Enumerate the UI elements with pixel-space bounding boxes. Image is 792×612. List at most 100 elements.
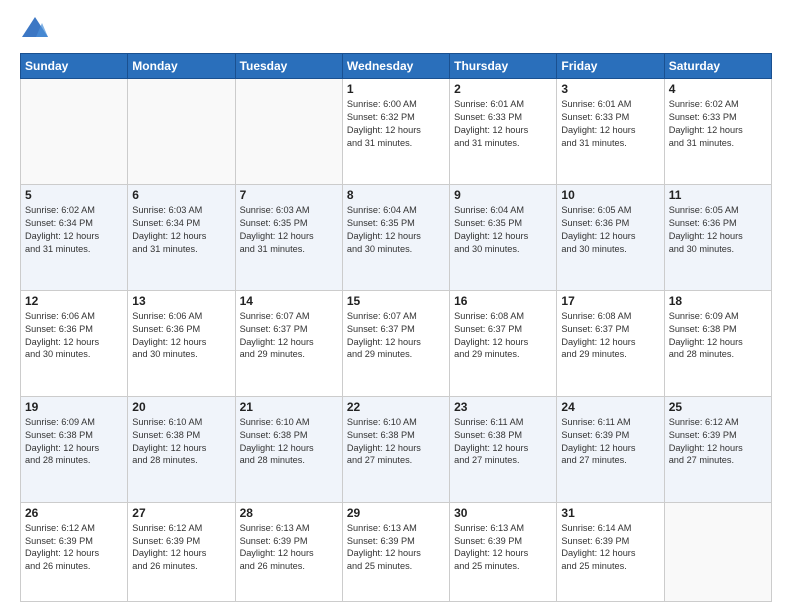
calendar-header-saturday: Saturday xyxy=(664,54,771,79)
calendar-cell: 19 Sunrise: 6:09 AMSunset: 6:38 PMDayligh… xyxy=(21,396,128,502)
day-number: 3 xyxy=(561,82,659,96)
day-info: Sunrise: 6:05 AMSunset: 6:36 PMDaylight:… xyxy=(561,204,659,256)
calendar-cell: 18 Sunrise: 6:09 AMSunset: 6:38 PMDayligh… xyxy=(664,290,771,396)
day-number: 23 xyxy=(454,400,552,414)
calendar-cell: 15Sunrise: 6:07 AMSunset: 6:37 PMDayligh… xyxy=(342,290,449,396)
calendar-cell: 5Sunrise: 6:02 AMSunset: 6:34 PMDaylight… xyxy=(21,184,128,290)
calendar-cell: 24 Sunrise: 6:11 AMSunset: 6:39 PMDayligh… xyxy=(557,396,664,502)
day-number: 30 xyxy=(454,506,552,520)
calendar-header-monday: Monday xyxy=(128,54,235,79)
day-info: Sunrise: 6:11 AMSunset: 6:38 PMDaylight:… xyxy=(454,416,552,468)
calendar-table: SundayMondayTuesdayWednesdayThursdayFrid… xyxy=(20,53,772,602)
day-info: Sunrise: 6:13 AMSunset: 6:39 PMDaylight:… xyxy=(240,522,338,574)
calendar-cell: 9Sunrise: 6:04 AMSunset: 6:35 PMDaylight… xyxy=(450,184,557,290)
calendar-cell: 28 Sunrise: 6:13 AMSunset: 6:39 PMDayligh… xyxy=(235,502,342,601)
day-info: Sunrise: 6:00 AMSunset: 6:32 PMDaylight:… xyxy=(347,98,445,150)
calendar-cell: 3Sunrise: 6:01 AMSunset: 6:33 PMDaylight… xyxy=(557,79,664,185)
day-number: 24 xyxy=(561,400,659,414)
calendar-cell: 21 Sunrise: 6:10 AMSunset: 6:38 PMDayligh… xyxy=(235,396,342,502)
day-number: 16 xyxy=(454,294,552,308)
day-info: Sunrise: 6:07 AMSunset: 6:37 PMDaylight:… xyxy=(240,310,338,362)
calendar-week-row: 12Sunrise: 6:06 AMSunset: 6:36 PMDayligh… xyxy=(21,290,772,396)
calendar-week-row: 5Sunrise: 6:02 AMSunset: 6:34 PMDaylight… xyxy=(21,184,772,290)
calendar-week-row: 1 Sunrise: 6:00 AMSunset: 6:32 PMDaylight… xyxy=(21,79,772,185)
calendar-header-wednesday: Wednesday xyxy=(342,54,449,79)
calendar-cell xyxy=(21,79,128,185)
day-info: Sunrise: 6:13 AMSunset: 6:39 PMDaylight:… xyxy=(454,522,552,574)
calendar-header-tuesday: Tuesday xyxy=(235,54,342,79)
day-number: 1 xyxy=(347,82,445,96)
calendar-cell: 20 Sunrise: 6:10 AMSunset: 6:38 PMDayligh… xyxy=(128,396,235,502)
day-number: 22 xyxy=(347,400,445,414)
day-number: 11 xyxy=(669,188,767,202)
logo xyxy=(20,15,54,43)
day-info: Sunrise: 6:06 AMSunset: 6:36 PMDaylight:… xyxy=(132,310,230,362)
day-info: Sunrise: 6:12 AMSunset: 6:39 PMDaylight:… xyxy=(669,416,767,468)
calendar-cell: 13 Sunrise: 6:06 AMSunset: 6:36 PMDayligh… xyxy=(128,290,235,396)
calendar-cell: 6Sunrise: 6:03 AMSunset: 6:34 PMDaylight… xyxy=(128,184,235,290)
day-info: Sunrise: 6:11 AMSunset: 6:39 PMDaylight:… xyxy=(561,416,659,468)
calendar-cell: 16 Sunrise: 6:08 AMSunset: 6:37 PMDayligh… xyxy=(450,290,557,396)
day-number: 5 xyxy=(25,188,123,202)
calendar-cell: 25 Sunrise: 6:12 AMSunset: 6:39 PMDayligh… xyxy=(664,396,771,502)
day-number: 13 xyxy=(132,294,230,308)
day-number: 21 xyxy=(240,400,338,414)
calendar-cell xyxy=(128,79,235,185)
day-info: Sunrise: 6:04 AMSunset: 6:35 PMDaylight:… xyxy=(454,204,552,256)
calendar-cell: 26 Sunrise: 6:12 AMSunset: 6:39 PMDayligh… xyxy=(21,502,128,601)
calendar-week-row: 19 Sunrise: 6:09 AMSunset: 6:38 PMDayligh… xyxy=(21,396,772,502)
calendar-cell: 11 Sunrise: 6:05 AMSunset: 6:36 PMDayligh… xyxy=(664,184,771,290)
day-number: 14 xyxy=(240,294,338,308)
day-info: Sunrise: 6:10 AMSunset: 6:38 PMDaylight:… xyxy=(132,416,230,468)
calendar-cell: 17 Sunrise: 6:08 AMSunset: 6:37 PMDayligh… xyxy=(557,290,664,396)
day-info: Sunrise: 6:10 AMSunset: 6:38 PMDaylight:… xyxy=(240,416,338,468)
day-info: Sunrise: 6:06 AMSunset: 6:36 PMDaylight:… xyxy=(25,310,123,362)
day-info: Sunrise: 6:12 AMSunset: 6:39 PMDaylight:… xyxy=(25,522,123,574)
calendar-cell xyxy=(235,79,342,185)
day-info: Sunrise: 6:04 AMSunset: 6:35 PMDaylight:… xyxy=(347,204,445,256)
day-number: 7 xyxy=(240,188,338,202)
day-number: 19 xyxy=(25,400,123,414)
day-info: Sunrise: 6:01 AMSunset: 6:33 PMDaylight:… xyxy=(454,98,552,150)
calendar-header-friday: Friday xyxy=(557,54,664,79)
calendar-cell: 7 Sunrise: 6:03 AMSunset: 6:35 PMDaylight… xyxy=(235,184,342,290)
calendar-cell: 31Sunrise: 6:14 AMSunset: 6:39 PMDayligh… xyxy=(557,502,664,601)
day-info: Sunrise: 6:05 AMSunset: 6:36 PMDaylight:… xyxy=(669,204,767,256)
day-number: 25 xyxy=(669,400,767,414)
day-info: Sunrise: 6:09 AMSunset: 6:38 PMDaylight:… xyxy=(669,310,767,362)
calendar-cell: 4 Sunrise: 6:02 AMSunset: 6:33 PMDaylight… xyxy=(664,79,771,185)
day-number: 2 xyxy=(454,82,552,96)
calendar-header-sunday: Sunday xyxy=(21,54,128,79)
calendar-cell: 8 Sunrise: 6:04 AMSunset: 6:35 PMDaylight… xyxy=(342,184,449,290)
day-info: Sunrise: 6:02 AMSunset: 6:33 PMDaylight:… xyxy=(669,98,767,150)
day-info: Sunrise: 6:09 AMSunset: 6:38 PMDaylight:… xyxy=(25,416,123,468)
day-info: Sunrise: 6:13 AMSunset: 6:39 PMDaylight:… xyxy=(347,522,445,574)
day-info: Sunrise: 6:08 AMSunset: 6:37 PMDaylight:… xyxy=(454,310,552,362)
day-info: Sunrise: 6:08 AMSunset: 6:37 PMDaylight:… xyxy=(561,310,659,362)
day-number: 17 xyxy=(561,294,659,308)
logo-icon xyxy=(20,15,50,43)
day-number: 18 xyxy=(669,294,767,308)
calendar-cell: 27 Sunrise: 6:12 AMSunset: 6:39 PMDayligh… xyxy=(128,502,235,601)
day-number: 4 xyxy=(669,82,767,96)
day-info: Sunrise: 6:07 AMSunset: 6:37 PMDaylight:… xyxy=(347,310,445,362)
day-info: Sunrise: 6:12 AMSunset: 6:39 PMDaylight:… xyxy=(132,522,230,574)
calendar-cell: 1 Sunrise: 6:00 AMSunset: 6:32 PMDaylight… xyxy=(342,79,449,185)
calendar-cell: 2 Sunrise: 6:01 AMSunset: 6:33 PMDaylight… xyxy=(450,79,557,185)
day-number: 27 xyxy=(132,506,230,520)
calendar-cell: 12Sunrise: 6:06 AMSunset: 6:36 PMDayligh… xyxy=(21,290,128,396)
calendar-cell: 10 Sunrise: 6:05 AMSunset: 6:36 PMDayligh… xyxy=(557,184,664,290)
calendar-cell xyxy=(664,502,771,601)
day-number: 28 xyxy=(240,506,338,520)
calendar-cell: 30 Sunrise: 6:13 AMSunset: 6:39 PMDayligh… xyxy=(450,502,557,601)
day-number: 20 xyxy=(132,400,230,414)
day-number: 8 xyxy=(347,188,445,202)
day-info: Sunrise: 6:10 AMSunset: 6:38 PMDaylight:… xyxy=(347,416,445,468)
calendar-cell: 14 Sunrise: 6:07 AMSunset: 6:37 PMDayligh… xyxy=(235,290,342,396)
day-number: 26 xyxy=(25,506,123,520)
day-number: 10 xyxy=(561,188,659,202)
calendar-week-row: 26 Sunrise: 6:12 AMSunset: 6:39 PMDayligh… xyxy=(21,502,772,601)
calendar-header-row: SundayMondayTuesdayWednesdayThursdayFrid… xyxy=(21,54,772,79)
day-info: Sunrise: 6:14 AMSunset: 6:39 PMDaylight:… xyxy=(561,522,659,574)
day-info: Sunrise: 6:03 AMSunset: 6:35 PMDaylight:… xyxy=(240,204,338,256)
